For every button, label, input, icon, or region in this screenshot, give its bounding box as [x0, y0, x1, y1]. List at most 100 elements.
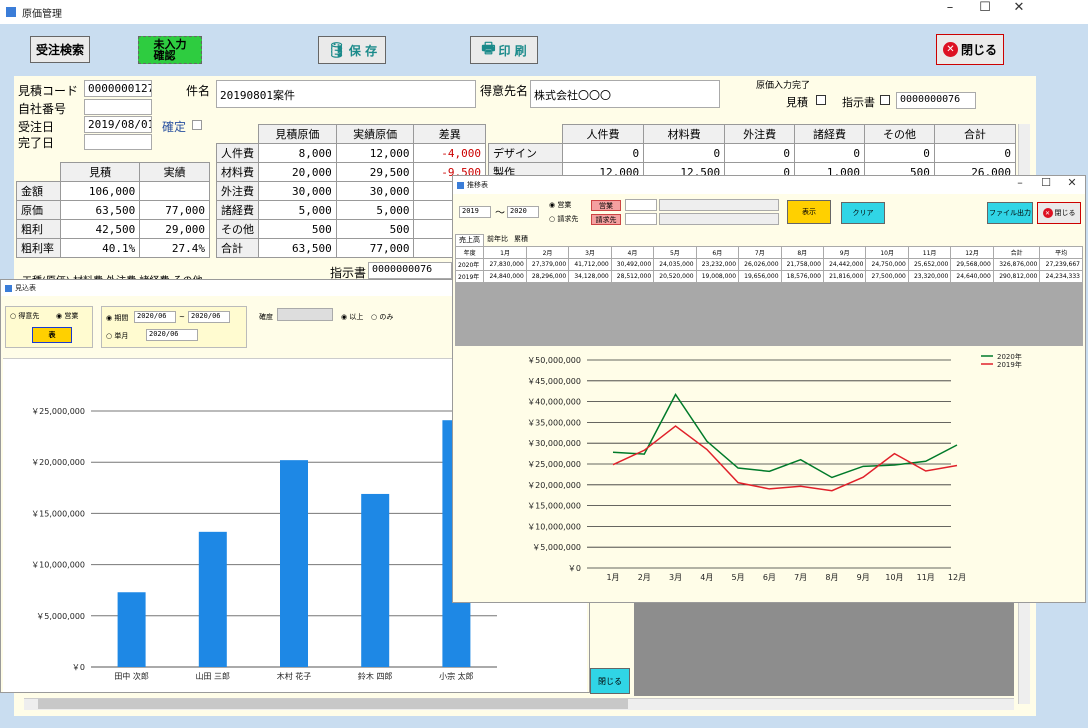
summary-cell	[139, 181, 210, 201]
instr-select-2[interactable]: 0000000076	[368, 262, 452, 279]
instr-checkbox[interactable]	[880, 95, 890, 105]
suii-cell: 28,512,000	[610, 270, 655, 283]
radio-client[interactable]: ○ 得意先	[10, 311, 39, 321]
case-name-field[interactable]: 20190801案件	[216, 80, 476, 108]
cost-cell[interactable]: 63,500	[258, 238, 337, 258]
suii-row: 2020年 27,830,000 27,379,000 41,712,000 30,49…	[454, 258, 1083, 271]
summary-cell: 42,500	[59, 219, 141, 239]
detail-cell[interactable]: 0	[724, 143, 795, 163]
cost-cell[interactable]: 12,000	[335, 143, 415, 163]
company-no-field[interactable]	[84, 99, 152, 115]
instr-select[interactable]: 0000000076	[896, 92, 976, 109]
done-date-field[interactable]	[84, 134, 152, 150]
suii-row: 2019年 24,840,000 28,296,000 34,128,000 28,51…	[454, 270, 1083, 283]
cost-cell[interactable]: 20,000	[258, 162, 337, 182]
series-line	[612, 425, 958, 492]
cost-cell[interactable]: 77,000	[335, 238, 415, 258]
suii-close-button[interactable]: ✕ 閉じる	[1037, 202, 1081, 224]
bar-x-label: 田中 次郎	[114, 671, 149, 681]
maximize-icon[interactable]: ☐	[970, 0, 1000, 15]
month-field[interactable]: 2020/06	[146, 329, 198, 341]
suii-cell: 27,500,000	[865, 270, 909, 283]
suii-head: 4月	[610, 246, 655, 259]
radio-month[interactable]: ○ 単月	[106, 331, 128, 341]
summary-table: 見積 実績 金額 106,000 原価 63,500 77,000 粗利 42,500 29,0…	[16, 162, 210, 258]
order-date-field[interactable]: 2019/08/01	[84, 116, 152, 133]
suii-title: 推移表	[467, 181, 488, 189]
cost-cell: その他	[216, 219, 259, 239]
cost-cell[interactable]: 30,000	[335, 181, 415, 201]
order-search-button[interactable]: 受注検索	[30, 36, 90, 63]
bottom-close-button[interactable]: 閉じる	[590, 668, 630, 694]
tab-cumulative[interactable]: 累積	[511, 234, 531, 246]
print-button[interactable]: 🖶 印 刷	[470, 36, 538, 64]
line-x-label: 1月	[606, 573, 619, 582]
cost-head: 差異	[413, 124, 486, 144]
suii-chart-area: ￥0 ￥5,000,000 ￥10,000,000 ￥15,000,000 ￥20,00…	[455, 346, 1083, 598]
cost-cell[interactable]: 500	[258, 219, 337, 239]
suii-show-button[interactable]: 表示	[787, 200, 831, 224]
suii-cell: 24,750,000	[865, 258, 909, 271]
tab-sales[interactable]: 売上高	[455, 234, 484, 246]
billing-code-field[interactable]	[625, 213, 657, 225]
line-x-label: 4月	[700, 573, 713, 582]
sales-code-field[interactable]	[625, 199, 657, 211]
detail-cell[interactable]: 0	[933, 143, 1017, 163]
detail-cell[interactable]: 0	[793, 143, 866, 163]
main-titlebar: 原価管理 – ☐ ✕	[0, 0, 1088, 24]
suii-cell: 21,816,000	[822, 270, 867, 283]
year-to[interactable]: 2020	[507, 206, 539, 218]
summary-cell: 粗利率	[16, 238, 61, 258]
cost-cell[interactable]: 500	[335, 219, 415, 239]
unentered-check-button[interactable]: 未入力 確認	[138, 36, 202, 64]
mikomi-show-button[interactable]: 表	[32, 327, 72, 343]
accuracy-select[interactable]	[277, 308, 333, 321]
minimize-icon[interactable]: –	[935, 0, 965, 15]
line-x-label: 7月	[794, 573, 807, 582]
period-from[interactable]: 2020/06	[134, 311, 176, 323]
close-button[interactable]: ✕ 閉じる	[936, 34, 1004, 65]
mikomi-period-box: ◉ 期間 2020/06 ~ 2020/06 ○ 単月 2020/06	[101, 306, 247, 348]
clear-button[interactable]: クリア	[841, 202, 885, 224]
file-output-button[interactable]: ファイル出力	[987, 202, 1033, 224]
suii-cell: 27,830,000	[483, 258, 527, 271]
est-checkbox[interactable]	[816, 95, 826, 105]
line-y-tick: ￥50,000,000	[527, 356, 581, 365]
tab-yoy[interactable]: 前年比	[484, 234, 511, 246]
suii-radio-billing[interactable]: ○ 請求先	[549, 214, 578, 224]
radio-period[interactable]: ◉ 期間	[106, 313, 128, 323]
confirm-checkbox[interactable]	[192, 120, 202, 130]
suii-radio-sales[interactable]: ◉ 営業	[549, 200, 571, 210]
bar-y-tick: ￥15,000,000	[31, 509, 85, 518]
line-x-label: 10月	[885, 573, 903, 582]
cost-done-title: 原価入力完了	[756, 81, 811, 91]
period-to[interactable]: 2020/06	[188, 311, 230, 323]
hscrollbar[interactable]	[24, 698, 1014, 710]
cost-cell[interactable]: 30,000	[258, 181, 337, 201]
close-icon[interactable]: ✕	[1004, 0, 1034, 15]
detail-cell[interactable]: 0	[643, 143, 726, 163]
client-field[interactable]: 株式会社〇〇〇	[530, 80, 720, 108]
est-code-field[interactable]: 0000000127	[84, 80, 152, 97]
cost-cell[interactable]: 29,500	[335, 162, 415, 182]
cost-cell[interactable]: 5,000	[335, 200, 415, 220]
suii-close-icon[interactable]: ✕	[1057, 176, 1085, 189]
detail-cell[interactable]: 0	[864, 143, 935, 163]
radio-sales[interactable]: ◉ 営業	[56, 311, 78, 321]
radio-only[interactable]: ○ のみ	[371, 312, 393, 322]
toolbar: 受注検索 未入力 確認 🛢 保 存 🖶 印 刷 ✕ 閉じる	[0, 24, 1036, 76]
sales-name-field	[659, 199, 779, 211]
bar-y-tick: ￥20,000,000	[31, 458, 85, 467]
radio-client-label: 得意先	[18, 312, 40, 320]
detail-cell[interactable]: 0	[561, 143, 645, 163]
line-x-label: 8月	[825, 573, 838, 582]
suii-cell: 326,876,000	[992, 258, 1041, 271]
cost-cell[interactable]: 8,000	[258, 143, 337, 163]
summary-cell: 粗利	[16, 219, 61, 239]
radio-above[interactable]: ◉ 以上	[341, 312, 363, 322]
year-from[interactable]: 2019	[459, 206, 491, 218]
bar-x-label: 木村 花子	[277, 671, 312, 681]
cost-cell[interactable]: 5,000	[258, 200, 337, 220]
radio-only-label: のみ	[379, 313, 394, 321]
save-button[interactable]: 🛢 保 存	[318, 36, 386, 64]
